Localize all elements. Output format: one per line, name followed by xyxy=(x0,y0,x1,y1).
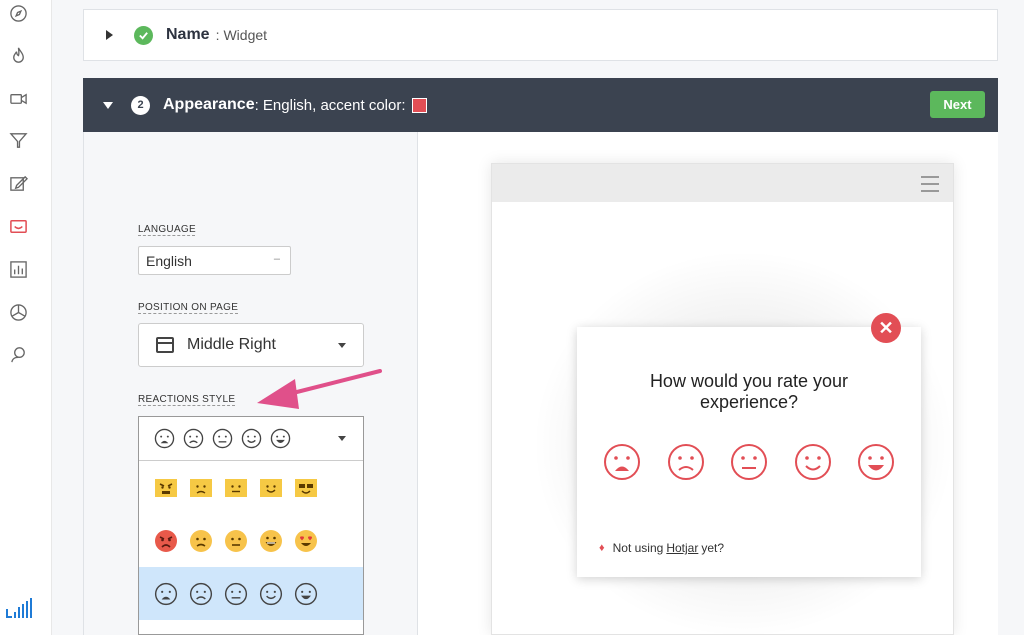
name-step-row[interactable]: Name : Widget xyxy=(83,9,998,61)
emoji-grin-icon xyxy=(260,529,282,552)
chevron-down-icon xyxy=(338,343,346,348)
appearance-panel: LANGUAGE English – POSITION ON PAGE Midd… xyxy=(83,132,998,635)
face-very-happy-icon xyxy=(270,428,291,449)
emoji-sad-icon xyxy=(190,529,212,552)
edit-icon[interactable] xyxy=(8,173,28,193)
rating-happy-icon[interactable] xyxy=(794,443,832,481)
square-sad-icon xyxy=(190,478,212,497)
compass-icon[interactable] xyxy=(8,3,28,23)
position-label: POSITION ON PAGE xyxy=(138,302,239,313)
reaction-style-option-outline-grey[interactable] xyxy=(139,567,363,620)
face-happy-icon xyxy=(241,428,262,449)
appearance-step-title: Appearance xyxy=(163,96,255,113)
reaction-style-option-emoji-color[interactable] xyxy=(139,514,363,567)
emoji-angry-icon xyxy=(155,529,177,552)
rating-question: How would you rate your experience? xyxy=(649,371,849,412)
language-select[interactable]: English – xyxy=(138,246,291,275)
reactions-select-current[interactable] xyxy=(139,417,363,461)
hotjar-logo xyxy=(5,595,35,623)
hotjar-flame-icon: ♦ xyxy=(599,542,605,554)
not-using-hotjar-note: ♦ Not using Hotjar yet? xyxy=(599,541,724,555)
face-very-happy-icon xyxy=(294,582,318,605)
flame-icon[interactable] xyxy=(8,45,28,65)
face-very-sad-icon xyxy=(154,428,175,449)
note-suffix: yet? xyxy=(701,541,725,555)
appearance-step-summary: : English, accent color: xyxy=(254,96,406,114)
appearance-step-header[interactable]: 2 Appearance : English, accent color: Ne… xyxy=(83,78,998,132)
expand-caret-icon[interactable] xyxy=(106,30,113,40)
face-sad-icon xyxy=(183,428,204,449)
main-area: Name : Widget 2 Appearance : English, ac… xyxy=(52,0,1024,635)
annotation-arrow xyxy=(257,369,382,409)
emoji-neutral-icon xyxy=(225,529,247,552)
preview-pane: ✕ How would you rate your experience? ♦ … xyxy=(418,132,998,635)
next-button[interactable]: Next xyxy=(930,91,985,118)
language-select-value: English xyxy=(146,252,192,269)
note-prefix: Not using xyxy=(612,541,664,555)
user-icon[interactable] xyxy=(8,344,28,364)
rating-sad-icon[interactable] xyxy=(667,443,705,481)
browser-toolbar xyxy=(492,164,953,202)
name-step-separator: : xyxy=(215,27,220,43)
feedback-widget-icon[interactable] xyxy=(8,216,28,236)
bar-chart-icon[interactable] xyxy=(8,259,28,279)
reactions-style-label: REACTIONS STYLE xyxy=(138,394,236,405)
close-icon[interactable]: ✕ xyxy=(871,313,901,343)
reaction-style-option-yellow-square[interactable] xyxy=(139,461,363,514)
face-happy-icon xyxy=(259,582,283,605)
square-neutral-icon xyxy=(225,478,247,497)
reactions-style-select[interactable] xyxy=(138,416,364,635)
name-step-title: Name xyxy=(166,26,210,43)
position-select[interactable]: Middle Right xyxy=(138,323,364,367)
video-camera-icon[interactable] xyxy=(8,88,28,108)
square-cool-icon xyxy=(295,478,317,497)
rating-very-sad-icon[interactable] xyxy=(603,443,641,481)
hamburger-menu-icon xyxy=(921,176,939,197)
name-step-value: Widget xyxy=(223,27,268,43)
select-dash-icon: – xyxy=(273,253,280,265)
collapse-caret-icon[interactable] xyxy=(103,101,113,109)
face-very-sad-icon xyxy=(154,582,178,605)
position-select-value: Middle Right xyxy=(187,336,276,353)
feedback-widget-preview: ✕ How would you rate your experience? ♦ … xyxy=(577,313,921,577)
window-icon xyxy=(156,337,174,353)
square-angry-icon xyxy=(155,478,177,497)
funnel-icon[interactable] xyxy=(8,130,28,150)
check-icon xyxy=(134,25,153,45)
emoji-heart-eyes-icon xyxy=(295,529,317,552)
rating-very-happy-icon[interactable] xyxy=(857,443,895,481)
hotjar-link[interactable]: Hotjar xyxy=(666,541,698,555)
accent-color-swatch xyxy=(411,97,427,113)
face-neutral-icon xyxy=(224,582,248,605)
face-neutral-icon xyxy=(212,428,233,449)
language-label: LANGUAGE xyxy=(138,224,196,235)
pie-chart-icon[interactable] xyxy=(8,302,28,322)
sidebar xyxy=(0,0,52,635)
step-number-badge: 2 xyxy=(131,95,150,115)
rating-faces xyxy=(603,443,899,483)
rating-neutral-icon[interactable] xyxy=(730,443,768,481)
chevron-down-icon xyxy=(338,436,346,441)
face-sad-icon xyxy=(189,582,213,605)
square-happy-icon xyxy=(260,478,282,497)
